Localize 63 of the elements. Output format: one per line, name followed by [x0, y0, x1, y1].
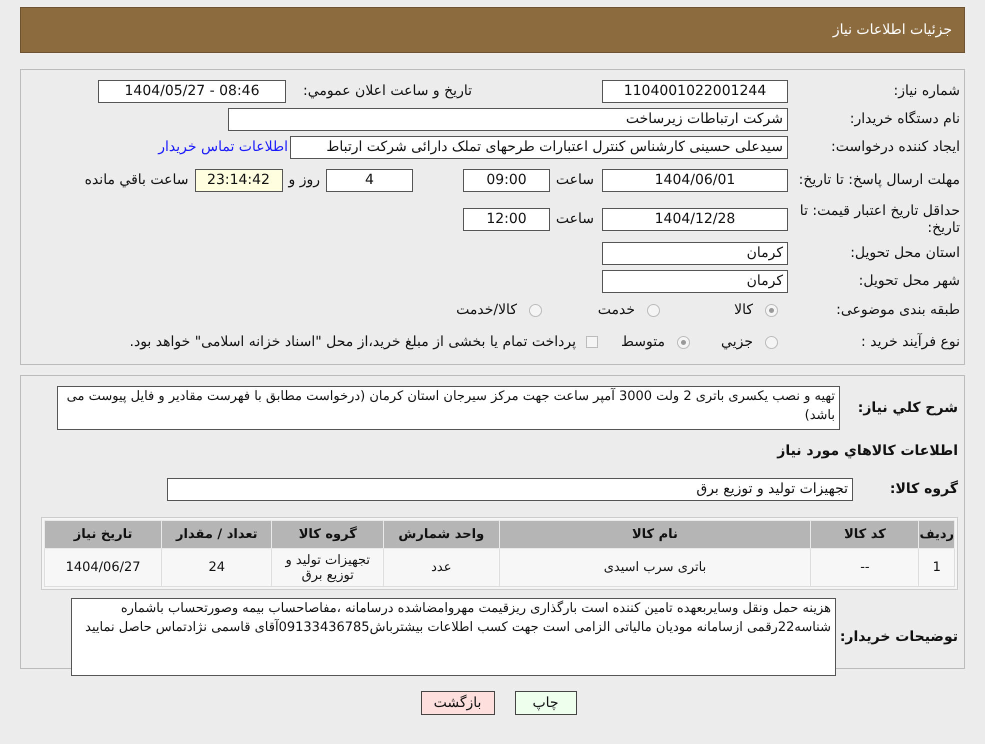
table-cell: -- [810, 548, 919, 586]
announce-date-field: 1404/05/27 - 08:46 [98, 80, 286, 104]
notes-label: توضیحات خریدار: [838, 628, 958, 646]
column-header: تاریخ نیاز [44, 520, 162, 548]
field-label: نام دستگاه خریدار: [850, 110, 960, 128]
remaining-label: ساعت باقي مانده [84, 171, 190, 190]
description-label: شرح کلي نیاز: [856, 399, 958, 418]
checkbox[interactable] [586, 336, 598, 348]
page-title: جزئیات اطلاعات نیاز [832, 20, 952, 40]
description-textarea[interactable]: تهیه و نصب یکسری باتری 2 ولت 3000 آمپر ساعت جهت مرکز سیرجان استان کرمان (درخواست مطابق با فهرست مقادیر و فایل پیوست می باشد) [57, 386, 840, 430]
table-cell: 1 [918, 548, 954, 586]
radio-button[interactable] [765, 304, 778, 318]
radio-label: متوسط [621, 332, 665, 352]
radio-label: جزيي [721, 332, 753, 352]
remaining-time-field: 23:14:42 [194, 169, 282, 192]
radio-button[interactable] [647, 304, 660, 318]
field-label: مهلت ارسال پاسخ: تا تاریخ: [798, 172, 960, 190]
need-number-field: 1104001022001244 [602, 80, 788, 104]
days-field: 4 [326, 169, 413, 192]
column-header: ردیف [918, 520, 954, 548]
back-button[interactable]: بازگشت [420, 691, 494, 715]
time-label: ساعت [554, 210, 595, 230]
column-header: کد کالا [810, 520, 919, 548]
print-button[interactable]: چاپ [514, 691, 576, 715]
checkbox-label: پرداخت تمام یا بخشی از مبلغ خرید،از محل "اسناد خزانه اسلامی" خواهد بود. [130, 332, 576, 352]
radio-label: کالا/خدمت [456, 301, 517, 320]
field-label: شماره نیاز: [894, 83, 960, 100]
city-field: کرمان [602, 270, 788, 293]
goods-group-field: تجهیزات تولید و توزیع برق [167, 478, 853, 501]
goods-group-label: گروه کالا: [888, 479, 958, 499]
table-cell: تجهیزات تولید و توزیع برق [272, 548, 384, 586]
radio-label: کالا [734, 301, 753, 320]
table-cell: 24 [162, 548, 272, 586]
creator-field: سیدعلی حسینی کارشناس کنترل اعتبارات طرحهای تملک دارائی شرکت ارتباط [290, 136, 788, 159]
radio-button[interactable] [765, 336, 778, 349]
column-header: واحد شمارش [384, 520, 500, 548]
section-heading: اطلاعات کالاهاي مورد نیاز [777, 443, 958, 459]
table-cell: 1404/06/27 [44, 548, 162, 586]
column-header: نام کالا [499, 520, 811, 548]
deadline-date-field: 1404/06/01 [602, 169, 788, 192]
field-label: استان محل تحویل: [850, 244, 960, 262]
province-field: کرمان [602, 242, 788, 265]
radio-label: خدمت [598, 301, 635, 320]
field-label: شهر محل تحویل: [858, 272, 960, 290]
field-label: تاریخ و ساعت اعلان عمومي: [303, 83, 473, 100]
table-cell: باتری سرب اسیدی [499, 548, 811, 586]
validity-time-field: 12:00 [463, 208, 550, 232]
time-label: ساعت [554, 171, 595, 190]
deadline-time-field: 09:00 [463, 169, 550, 192]
field-label: طبقه بندی موضوعی: [836, 302, 960, 320]
field-label: نوع فرآیند خرید : [861, 334, 960, 351]
days-label: روز و [286, 171, 321, 190]
field-label: ایجاد کننده درخواست: [831, 138, 960, 156]
buyer-contact-link[interactable]: اطلاعات تماس خریدار [158, 136, 288, 158]
field-label: حداقل تاریخ اعتبار قیمت: تا تاریخ: [798, 202, 960, 237]
notes-textarea[interactable]: هزینه حمل ونقل وسایربعهده تامین کننده است بارگذاری ریزقیمت مهروامضاشده درسامانه ،مفاصاحساب بیمه وصورتحساب باشماره شناسه22رقمی ازسامانه مودیان مالیاتی الزامی است جهت کسب اطلاعات بیشترباش09133436785آقای قاسمی نژادتماس حاصل نمایید [71, 598, 836, 676]
radio-button[interactable] [529, 304, 542, 318]
buyer-field: شرکت ارتباطات زیرساخت [228, 108, 788, 131]
column-header: تعداد / مقدار [162, 520, 272, 548]
table-cell: عدد [384, 548, 500, 586]
column-header: گروه کالا [272, 520, 384, 548]
radio-button[interactable] [677, 336, 690, 349]
validity-date-field: 1404/12/28 [602, 208, 788, 232]
